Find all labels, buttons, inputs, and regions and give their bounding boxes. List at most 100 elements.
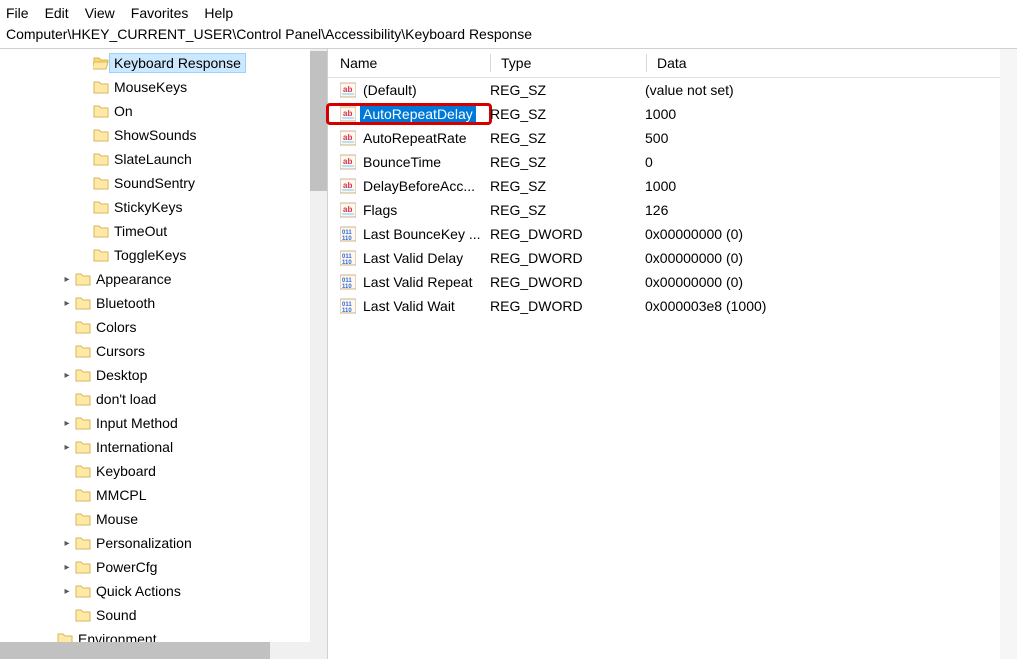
reg-sz-icon (340, 202, 356, 218)
menu-view[interactable]: View (85, 5, 115, 21)
value-row[interactable]: AutoRepeatRateREG_SZ500 (328, 126, 1017, 150)
tree-item[interactable]: Environment (0, 627, 327, 642)
value-name: Last Valid Wait (360, 297, 458, 315)
value-data: 500 (645, 130, 1017, 146)
reg-dword-icon (340, 226, 356, 242)
value-data: (value not set) (645, 82, 1017, 98)
value-row[interactable]: Last Valid DelayREG_DWORD0x00000000 (0) (328, 246, 1017, 270)
folder-icon (92, 127, 110, 143)
tree-item[interactable]: On (0, 99, 327, 123)
tree-item-label: Keyboard Response (110, 54, 245, 72)
value-row[interactable]: (Default)REG_SZ(value not set) (328, 78, 1017, 102)
value-type: REG_SZ (490, 202, 645, 218)
tree-item[interactable]: TimeOut (0, 219, 327, 243)
tree-item[interactable]: MouseKeys (0, 75, 327, 99)
expander-icon[interactable]: ▸ (60, 274, 74, 285)
tree-item[interactable]: ▸Desktop (0, 363, 327, 387)
value-name: Last Valid Delay (360, 249, 466, 267)
folder-icon (74, 343, 92, 359)
expander-icon[interactable]: ▸ (60, 442, 74, 453)
value-name: AutoRepeatDelay (360, 105, 476, 123)
folder-icon (74, 439, 92, 455)
folder-icon (74, 295, 92, 311)
tree-item-label: International (92, 438, 177, 456)
folder-icon (92, 247, 110, 263)
value-data: 0x00000000 (0) (645, 274, 1017, 290)
value-vertical-scrollbar[interactable] (1000, 49, 1017, 659)
expander-icon[interactable]: ▸ (60, 562, 74, 573)
folder-icon (92, 151, 110, 167)
tree-horizontal-scrollbar[interactable] (0, 642, 327, 659)
tree-item-label: Colors (92, 318, 140, 336)
folder-icon (74, 391, 92, 407)
value-data: 1000 (645, 178, 1017, 194)
tree-pane: Keyboard Response MouseKeys On ShowSounds Sl… (0, 49, 328, 659)
reg-dword-icon (340, 250, 356, 266)
menu-favorites[interactable]: Favorites (131, 5, 189, 21)
tree-item-label: Keyboard (92, 462, 160, 480)
tree-item-label: PowerCfg (92, 558, 161, 576)
value-row[interactable]: Last Valid WaitREG_DWORD0x000003e8 (1000… (328, 294, 1017, 318)
expander-icon[interactable]: ▸ (60, 418, 74, 429)
expander-icon[interactable]: ▸ (60, 538, 74, 549)
menu-file[interactable]: File (6, 5, 29, 21)
tree-item-label: SlateLaunch (110, 150, 196, 168)
tree-vertical-scrollbar[interactable] (310, 49, 327, 642)
reg-sz-icon (340, 130, 356, 146)
folder-open-icon (92, 55, 110, 71)
value-data: 0x00000000 (0) (645, 226, 1017, 242)
address-bar[interactable]: Computer\HKEY_CURRENT_USER\Control Panel… (0, 24, 1017, 49)
tree-item-label: On (110, 102, 137, 120)
folder-icon (74, 319, 92, 335)
tree-item[interactable]: don't load (0, 387, 327, 411)
tree-item[interactable]: SlateLaunch (0, 147, 327, 171)
menu-edit[interactable]: Edit (45, 5, 69, 21)
column-name[interactable]: Name (328, 55, 490, 71)
tree-item-label: Mouse (92, 510, 142, 528)
value-row[interactable]: AutoRepeatDelayREG_SZ1000 (328, 102, 1017, 126)
tree-item-label: Bluetooth (92, 294, 159, 312)
scrollbar-thumb[interactable] (310, 51, 327, 191)
value-row[interactable]: Last BounceKey ...REG_DWORD0x00000000 (0… (328, 222, 1017, 246)
tree-item[interactable]: Colors (0, 315, 327, 339)
folder-icon (56, 631, 74, 642)
tree-item[interactable]: StickyKeys (0, 195, 327, 219)
expander-icon[interactable]: ▸ (60, 298, 74, 309)
tree-item-label: MouseKeys (110, 78, 191, 96)
tree-item[interactable]: Mouse (0, 507, 327, 531)
value-type: REG_SZ (490, 154, 645, 170)
expander-icon[interactable]: ▸ (60, 370, 74, 381)
tree-item[interactable]: Keyboard (0, 459, 327, 483)
tree-item[interactable]: ▸ International (0, 435, 327, 459)
value-data: 126 (645, 202, 1017, 218)
reg-sz-icon (340, 154, 356, 170)
tree-item-label: don't load (92, 390, 160, 408)
column-type[interactable]: Type (501, 55, 646, 71)
tree-item-label: TimeOut (110, 222, 171, 240)
tree-item-label: Environment (74, 630, 161, 642)
tree-item[interactable]: ▸ Bluetooth (0, 291, 327, 315)
value-row[interactable]: FlagsREG_SZ126 (328, 198, 1017, 222)
value-row[interactable]: BounceTimeREG_SZ0 (328, 150, 1017, 174)
value-row[interactable]: Last Valid RepeatREG_DWORD0x00000000 (0) (328, 270, 1017, 294)
tree-item[interactable]: ▸ PowerCfg (0, 555, 327, 579)
tree-item[interactable]: MMCPL (0, 483, 327, 507)
scrollbar-thumb[interactable] (0, 642, 270, 659)
value-row[interactable]: DelayBeforeAcc...REG_SZ1000 (328, 174, 1017, 198)
tree-item[interactable]: SoundSentry (0, 171, 327, 195)
tree-item[interactable]: ▸ Input Method (0, 411, 327, 435)
reg-sz-icon (340, 178, 356, 194)
folder-icon (74, 535, 92, 551)
column-data[interactable]: Data (657, 55, 1017, 71)
expander-icon[interactable]: ▸ (60, 586, 74, 597)
tree-item[interactable]: ▸Personalization (0, 531, 327, 555)
tree-item[interactable]: Keyboard Response (0, 51, 327, 75)
tree-item[interactable]: ToggleKeys (0, 243, 327, 267)
tree-item[interactable]: ShowSounds (0, 123, 327, 147)
tree-item[interactable]: Cursors (0, 339, 327, 363)
tree-item-label: Input Method (92, 414, 182, 432)
menu-help[interactable]: Help (204, 5, 233, 21)
tree-item[interactable]: ▸Quick Actions (0, 579, 327, 603)
tree-item[interactable]: ▸Appearance (0, 267, 327, 291)
tree-item[interactable]: Sound (0, 603, 327, 627)
